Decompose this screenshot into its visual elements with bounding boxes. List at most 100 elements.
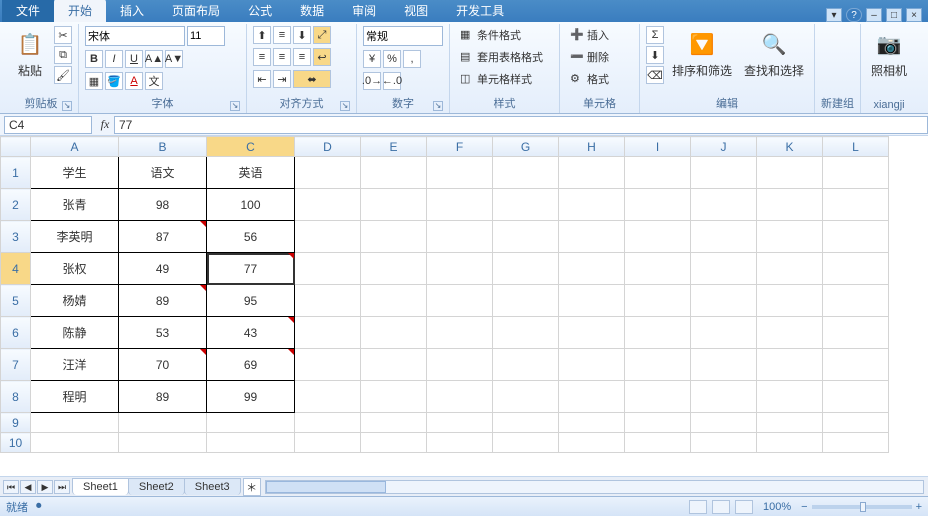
cell-E6[interactable] [361, 317, 427, 349]
cell-D1[interactable] [295, 157, 361, 189]
sort-filter-button[interactable]: 🔽排序和筛选 [668, 26, 736, 81]
sheet-nav-1[interactable]: ◀ [20, 480, 36, 494]
cell-L8[interactable] [823, 381, 889, 413]
tab-6[interactable]: 视图 [390, 0, 442, 22]
cell-B9[interactable] [119, 413, 207, 433]
cell-B8[interactable]: 89 [119, 381, 207, 413]
zoom-out-button[interactable]: − [801, 501, 807, 513]
cell-C8[interactable]: 99 [207, 381, 295, 413]
cell-K1[interactable] [757, 157, 823, 189]
zoom-thumb[interactable] [860, 502, 866, 512]
bold-button[interactable]: B [85, 50, 103, 68]
cell-G4[interactable] [493, 253, 559, 285]
cell-styles-button[interactable]: ◫单元格样式 [456, 70, 536, 88]
align-left-icon[interactable]: ≡ [253, 48, 271, 66]
tab-file[interactable]: 文件 [2, 0, 54, 22]
dialog-launcher-icon[interactable]: ↘ [433, 101, 443, 111]
cell-G7[interactable] [493, 349, 559, 381]
format-as-table-button[interactable]: ▤套用表格格式 [456, 48, 547, 66]
format-cells-button[interactable]: ⚙格式 [566, 70, 613, 88]
cell-E3[interactable] [361, 221, 427, 253]
row-header-1[interactable]: 1 [1, 157, 31, 189]
cell-G6[interactable] [493, 317, 559, 349]
scroll-thumb[interactable] [266, 481, 386, 493]
merge-icon[interactable]: ⬌ [293, 70, 331, 88]
inc-decimal-icon[interactable]: .0→ [363, 72, 381, 90]
phonetic-icon[interactable]: 文 [145, 72, 163, 90]
dec-decimal-icon[interactable]: ←.0 [383, 72, 401, 90]
wrap-text-icon[interactable]: ↩ [313, 48, 331, 66]
cell-I9[interactable] [625, 413, 691, 433]
cut-icon[interactable]: ✂ [54, 26, 72, 44]
col-header-J[interactable]: J [691, 137, 757, 157]
tab-1[interactable]: 插入 [106, 0, 158, 22]
zoom-in-button[interactable]: + [916, 501, 922, 513]
cell-I1[interactable] [625, 157, 691, 189]
cell-C1[interactable]: 英语 [207, 157, 295, 189]
cell-G10[interactable] [493, 433, 559, 453]
font-color-icon[interactable]: A [125, 72, 143, 90]
cell-F1[interactable] [427, 157, 493, 189]
cell-B5[interactable]: 89 [119, 285, 207, 317]
cell-D8[interactable] [295, 381, 361, 413]
cell-B2[interactable]: 98 [119, 189, 207, 221]
cell-E8[interactable] [361, 381, 427, 413]
row-header-2[interactable]: 2 [1, 189, 31, 221]
camera-button[interactable]: 📷照相机 [867, 26, 911, 81]
cell-D10[interactable] [295, 433, 361, 453]
cell-H5[interactable] [559, 285, 625, 317]
cell-L3[interactable] [823, 221, 889, 253]
cell-L6[interactable] [823, 317, 889, 349]
cell-A4[interactable]: 张权 [31, 253, 119, 285]
cell-D6[interactable] [295, 317, 361, 349]
cell-A2[interactable]: 张青 [31, 189, 119, 221]
cell-G9[interactable] [493, 413, 559, 433]
col-header-E[interactable]: E [361, 137, 427, 157]
cell-C10[interactable] [207, 433, 295, 453]
cell-F3[interactable] [427, 221, 493, 253]
cell-C6[interactable]: 43 [207, 317, 295, 349]
cell-I4[interactable] [625, 253, 691, 285]
row-header-3[interactable]: 3 [1, 221, 31, 253]
fill-color-icon[interactable]: 🪣 [105, 72, 123, 90]
cell-K5[interactable] [757, 285, 823, 317]
number-format-combo[interactable] [363, 26, 443, 46]
align-center-icon[interactable]: ≡ [273, 48, 291, 66]
cell-A6[interactable]: 陈静 [31, 317, 119, 349]
spreadsheet-grid[interactable]: ABCDEFGHIJKL1学生语文英语2张青981003李英明87564张权49… [0, 136, 889, 453]
indent-inc-icon[interactable]: ⇥ [273, 70, 291, 88]
cell-F6[interactable] [427, 317, 493, 349]
cell-F10[interactable] [427, 433, 493, 453]
cell-D2[interactable] [295, 189, 361, 221]
view-break-icon[interactable] [735, 500, 753, 514]
cell-H2[interactable] [559, 189, 625, 221]
row-header-8[interactable]: 8 [1, 381, 31, 413]
cell-F8[interactable] [427, 381, 493, 413]
cell-B4[interactable]: 49 [119, 253, 207, 285]
row-header-5[interactable]: 5 [1, 285, 31, 317]
cell-E2[interactable] [361, 189, 427, 221]
zoom-level[interactable]: 100% [763, 501, 791, 513]
align-middle-icon[interactable]: ≡ [273, 26, 291, 44]
row-header-6[interactable]: 6 [1, 317, 31, 349]
cell-L7[interactable] [823, 349, 889, 381]
cell-G8[interactable] [493, 381, 559, 413]
cell-B7[interactable]: 70 [119, 349, 207, 381]
cell-E4[interactable] [361, 253, 427, 285]
col-header-L[interactable]: L [823, 137, 889, 157]
paste-button[interactable]: 📋 粘贴 [10, 26, 50, 81]
cell-H3[interactable] [559, 221, 625, 253]
cell-C3[interactable]: 56 [207, 221, 295, 253]
cell-A3[interactable]: 李英明 [31, 221, 119, 253]
cell-K2[interactable] [757, 189, 823, 221]
align-top-icon[interactable]: ⬆ [253, 26, 271, 44]
row-header-7[interactable]: 7 [1, 349, 31, 381]
view-normal-icon[interactable] [689, 500, 707, 514]
cell-I10[interactable] [625, 433, 691, 453]
copy-icon[interactable]: ⧉ [54, 46, 72, 64]
comma-icon[interactable]: , [403, 50, 421, 68]
cell-A5[interactable]: 杨婧 [31, 285, 119, 317]
cell-H8[interactable] [559, 381, 625, 413]
cell-K9[interactable] [757, 413, 823, 433]
font-size-combo[interactable] [187, 26, 225, 46]
